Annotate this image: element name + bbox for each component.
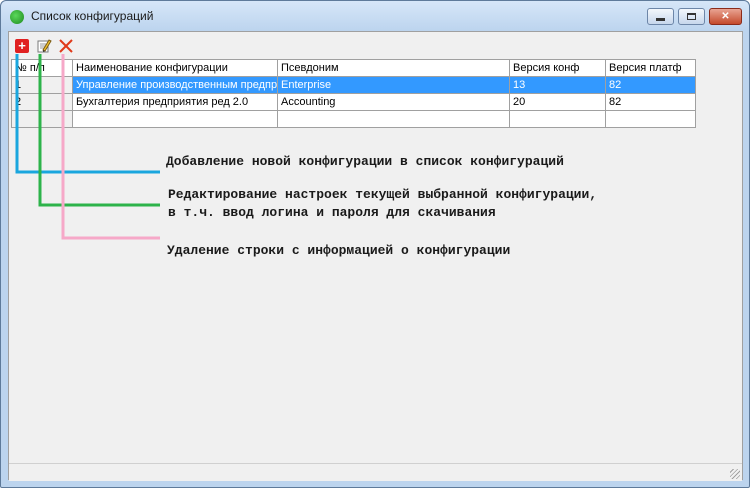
config-alias-cell[interactable]: Enterprise bbox=[277, 76, 510, 94]
row-number-cell[interactable]: 1 bbox=[11, 76, 73, 94]
config-name-cell[interactable]: Бухгалтерия предприятия ред 2.0 bbox=[72, 93, 278, 111]
configuration-table[interactable]: № п/п Наименование конфигурации Псевдони… bbox=[11, 59, 696, 128]
maximize-icon bbox=[687, 13, 696, 20]
configuration-list-window: Список конфигураций ✕ + № п/п Наименован… bbox=[0, 0, 750, 488]
delete-configuration-button[interactable] bbox=[56, 36, 76, 56]
config-version-cell[interactable] bbox=[509, 110, 606, 128]
add-configuration-button[interactable]: + bbox=[12, 36, 32, 56]
column-header-name[interactable]: Наименование конфигурации bbox=[72, 59, 278, 77]
config-name-cell[interactable]: Управление производственным предприятием bbox=[72, 76, 278, 94]
config-version-cell[interactable]: 13 bbox=[509, 76, 606, 94]
column-header-number[interactable]: № п/п bbox=[11, 59, 73, 77]
minimize-icon bbox=[656, 18, 665, 21]
resize-grip-icon[interactable] bbox=[730, 469, 740, 479]
config-version-cell[interactable]: 20 bbox=[509, 93, 606, 111]
config-alias-cell[interactable]: Accounting bbox=[277, 93, 510, 111]
platform-version-cell[interactable]: 82 bbox=[605, 76, 696, 94]
row-number-cell[interactable] bbox=[11, 110, 73, 128]
title-bar[interactable]: Список конфигураций ✕ bbox=[1, 1, 749, 31]
close-icon: ✕ bbox=[721, 11, 730, 22]
table-header-row: № п/п Наименование конфигурации Псевдони… bbox=[11, 59, 696, 77]
edit-annotation-text: Редактирование настроек текущей выбранно… bbox=[168, 187, 598, 220]
pencil-icon bbox=[37, 39, 52, 53]
platform-version-cell[interactable]: 82 bbox=[605, 93, 696, 111]
add-icon: + bbox=[15, 39, 29, 53]
config-alias-cell[interactable] bbox=[277, 110, 510, 128]
table-row[interactable]: 1 Управление производственным предприяти… bbox=[11, 76, 696, 94]
column-header-alias[interactable]: Псевдоним bbox=[277, 59, 510, 77]
column-header-platform-version[interactable]: Версия платф bbox=[605, 59, 696, 77]
delete-icon bbox=[59, 39, 73, 53]
status-bar bbox=[9, 463, 742, 481]
minimize-button[interactable] bbox=[647, 8, 674, 25]
table-row-empty[interactable] bbox=[11, 110, 696, 128]
row-number-cell[interactable]: 2 bbox=[11, 93, 73, 111]
platform-version-cell[interactable] bbox=[605, 110, 696, 128]
close-button[interactable]: ✕ bbox=[709, 8, 742, 25]
maximize-button[interactable] bbox=[678, 8, 705, 25]
table-row[interactable]: 2 Бухгалтерия предприятия ред 2.0 Accoun… bbox=[11, 93, 696, 111]
edit-configuration-button[interactable] bbox=[34, 36, 54, 56]
column-header-conf-version[interactable]: Версия конф bbox=[509, 59, 606, 77]
config-name-cell[interactable] bbox=[72, 110, 278, 128]
delete-annotation-text: Удаление строки с информацией о конфигур… bbox=[167, 243, 511, 258]
window-title: Список конфигураций bbox=[31, 9, 154, 23]
app-icon bbox=[10, 10, 24, 24]
add-annotation-text: Добавление новой конфигурации в список к… bbox=[166, 154, 564, 169]
